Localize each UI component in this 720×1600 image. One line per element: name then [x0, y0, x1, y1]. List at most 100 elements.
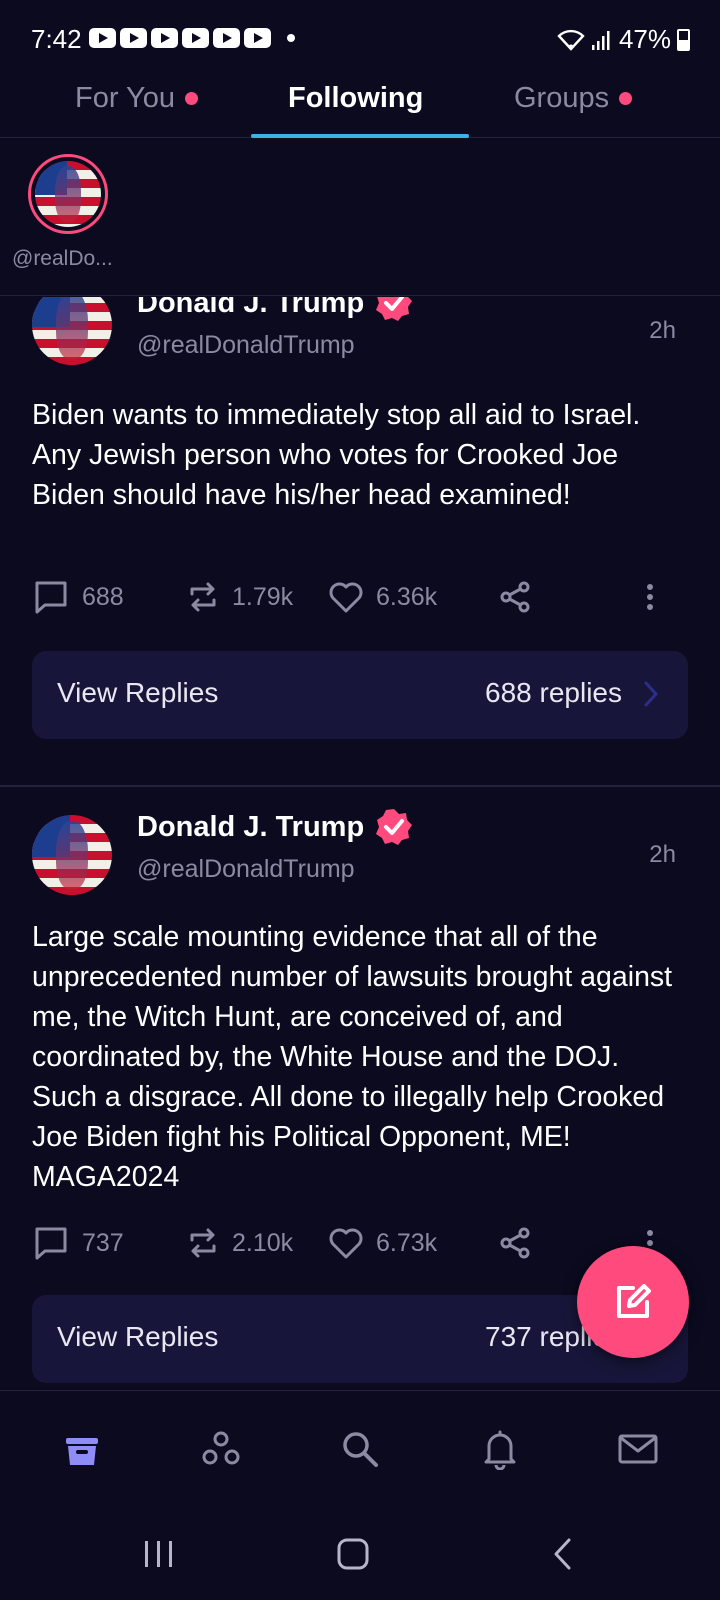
- youtube-notification-icon: [120, 28, 147, 48]
- tab-label: Groups: [514, 82, 610, 114]
- active-tab-indicator: [251, 134, 469, 138]
- comment-icon: [35, 1227, 67, 1260]
- notification-icons: [89, 28, 295, 48]
- author-handle: @realDonaldTrump: [137, 855, 355, 883]
- post-timestamp: 2h: [649, 841, 676, 868]
- share-icon: [500, 1227, 530, 1259]
- signal-icon: [591, 30, 610, 50]
- story-avatar[interactable]: [28, 154, 108, 234]
- nav-groups[interactable]: [197, 1425, 245, 1473]
- tab-following[interactable]: Following: [288, 82, 423, 115]
- groups-icon: [202, 1431, 240, 1465]
- bottom-navigation: [0, 1390, 720, 1506]
- app-screen: 7:42 47% For You Following Groups @realD…: [0, 0, 720, 1600]
- compose-icon: [617, 1284, 651, 1318]
- heart-icon: [329, 1228, 363, 1259]
- author-name-row[interactable]: Donald J. Trump: [137, 297, 414, 323]
- youtube-notification-icon: [182, 28, 209, 48]
- story-label: @realDo...: [12, 247, 113, 270]
- comment-icon: [35, 581, 67, 614]
- post-divider: [0, 785, 720, 787]
- more-notifications-dot: [287, 34, 295, 42]
- tab-label: Following: [288, 82, 424, 114]
- home-system-button[interactable]: [328, 1534, 378, 1574]
- battery-icon: [677, 28, 690, 51]
- system-navigation-bar: [0, 1506, 720, 1600]
- author-avatar[interactable]: [32, 297, 112, 365]
- repost-count: 2.10k: [232, 1228, 294, 1257]
- back-chevron-icon: [554, 1538, 571, 1570]
- like-button[interactable]: 6.73k: [328, 1221, 437, 1265]
- status-right: 47%: [557, 24, 690, 55]
- messages-icon: [618, 1434, 658, 1464]
- view-replies-label: View Replies: [57, 677, 219, 708]
- nav-notifications[interactable]: [476, 1425, 524, 1473]
- youtube-notification-icon: [89, 28, 116, 48]
- status-time: 7:42: [31, 24, 82, 54]
- author-name: Donald J. Trump: [137, 297, 365, 319]
- share-button[interactable]: [498, 575, 532, 619]
- unread-dot: [619, 92, 633, 105]
- more-vertical-icon: [647, 584, 653, 610]
- notifications-icon: [484, 1430, 516, 1470]
- tab-label: For You: [75, 82, 175, 114]
- repost-button[interactable]: 2.10k: [186, 1221, 293, 1265]
- post-feed[interactable]: Donald J. Trump @realDonaldTrump 2h Bide…: [0, 297, 720, 1389]
- wifi-icon: [557, 29, 585, 51]
- unread-dot: [184, 92, 198, 105]
- author-avatar[interactable]: [32, 815, 112, 895]
- search-icon: [343, 1432, 378, 1467]
- home-icon: [66, 1438, 98, 1465]
- reply-button[interactable]: 688: [32, 575, 124, 619]
- nav-messages[interactable]: [614, 1425, 662, 1473]
- post: Donald J. Trump @realDonaldTrump 2h Bide…: [0, 297, 720, 769]
- view-replies-label: View Replies: [57, 1321, 219, 1352]
- author-name-row[interactable]: Donald J. Trump: [137, 807, 414, 847]
- chevron-right-icon: [644, 681, 658, 707]
- avatar-image: [32, 297, 112, 365]
- avatar-image: [32, 815, 112, 895]
- home-square-icon: [337, 1538, 369, 1570]
- nav-home[interactable]: [58, 1425, 106, 1473]
- reply-count: 688: [82, 582, 124, 611]
- back-button[interactable]: [538, 1534, 588, 1574]
- recent-apps-icon: [145, 1541, 172, 1567]
- share-button[interactable]: [498, 1221, 532, 1265]
- reply-count: 737: [82, 1228, 124, 1257]
- author-handle: @realDonaldTrump: [137, 331, 355, 359]
- compose-post-button[interactable]: [577, 1246, 689, 1358]
- share-icon: [500, 581, 530, 613]
- following-stories: @realDo...: [0, 139, 720, 296]
- verified-badge-icon: [376, 297, 413, 321]
- post-actions: 737 2.10k 6.73k: [32, 1221, 692, 1265]
- tab-for-you[interactable]: For You: [75, 82, 198, 115]
- post-actions: 688 1.79k 6.36k: [32, 575, 692, 619]
- repost-button[interactable]: 1.79k: [186, 575, 293, 619]
- like-count: 6.73k: [376, 1228, 438, 1257]
- avatar-image: [35, 161, 101, 227]
- repost-icon: [190, 582, 216, 612]
- recent-apps-button[interactable]: [134, 1534, 184, 1574]
- verified-badge-icon: [376, 809, 413, 845]
- replies-count-label: 688 replies: [485, 677, 622, 708]
- repost-count: 1.79k: [232, 582, 294, 611]
- more-options-button[interactable]: [640, 575, 660, 619]
- feed-tabs: For You Following Groups: [0, 76, 720, 138]
- tab-groups[interactable]: Groups: [514, 82, 633, 115]
- reply-button[interactable]: 737: [32, 1221, 124, 1265]
- post-text: Biden wants to immediately stop all aid …: [32, 399, 641, 511]
- youtube-notification-icon: [151, 28, 178, 48]
- like-count: 6.36k: [376, 582, 438, 611]
- status-bar: 7:42 47%: [0, 0, 720, 76]
- nav-search[interactable]: [336, 1425, 384, 1473]
- post-timestamp: 2h: [649, 317, 676, 344]
- view-replies-button[interactable]: View Replies 688 replies: [32, 651, 688, 739]
- heart-icon: [329, 582, 363, 613]
- author-name: Donald J. Trump: [137, 810, 365, 843]
- youtube-notification-icon: [213, 28, 240, 48]
- battery-percentage: 47%: [618, 24, 671, 54]
- youtube-notification-icon: [244, 28, 271, 48]
- post-text: Large scale mounting evidence that all o…: [32, 921, 673, 1193]
- repost-icon: [190, 1228, 216, 1258]
- like-button[interactable]: 6.36k: [328, 575, 437, 619]
